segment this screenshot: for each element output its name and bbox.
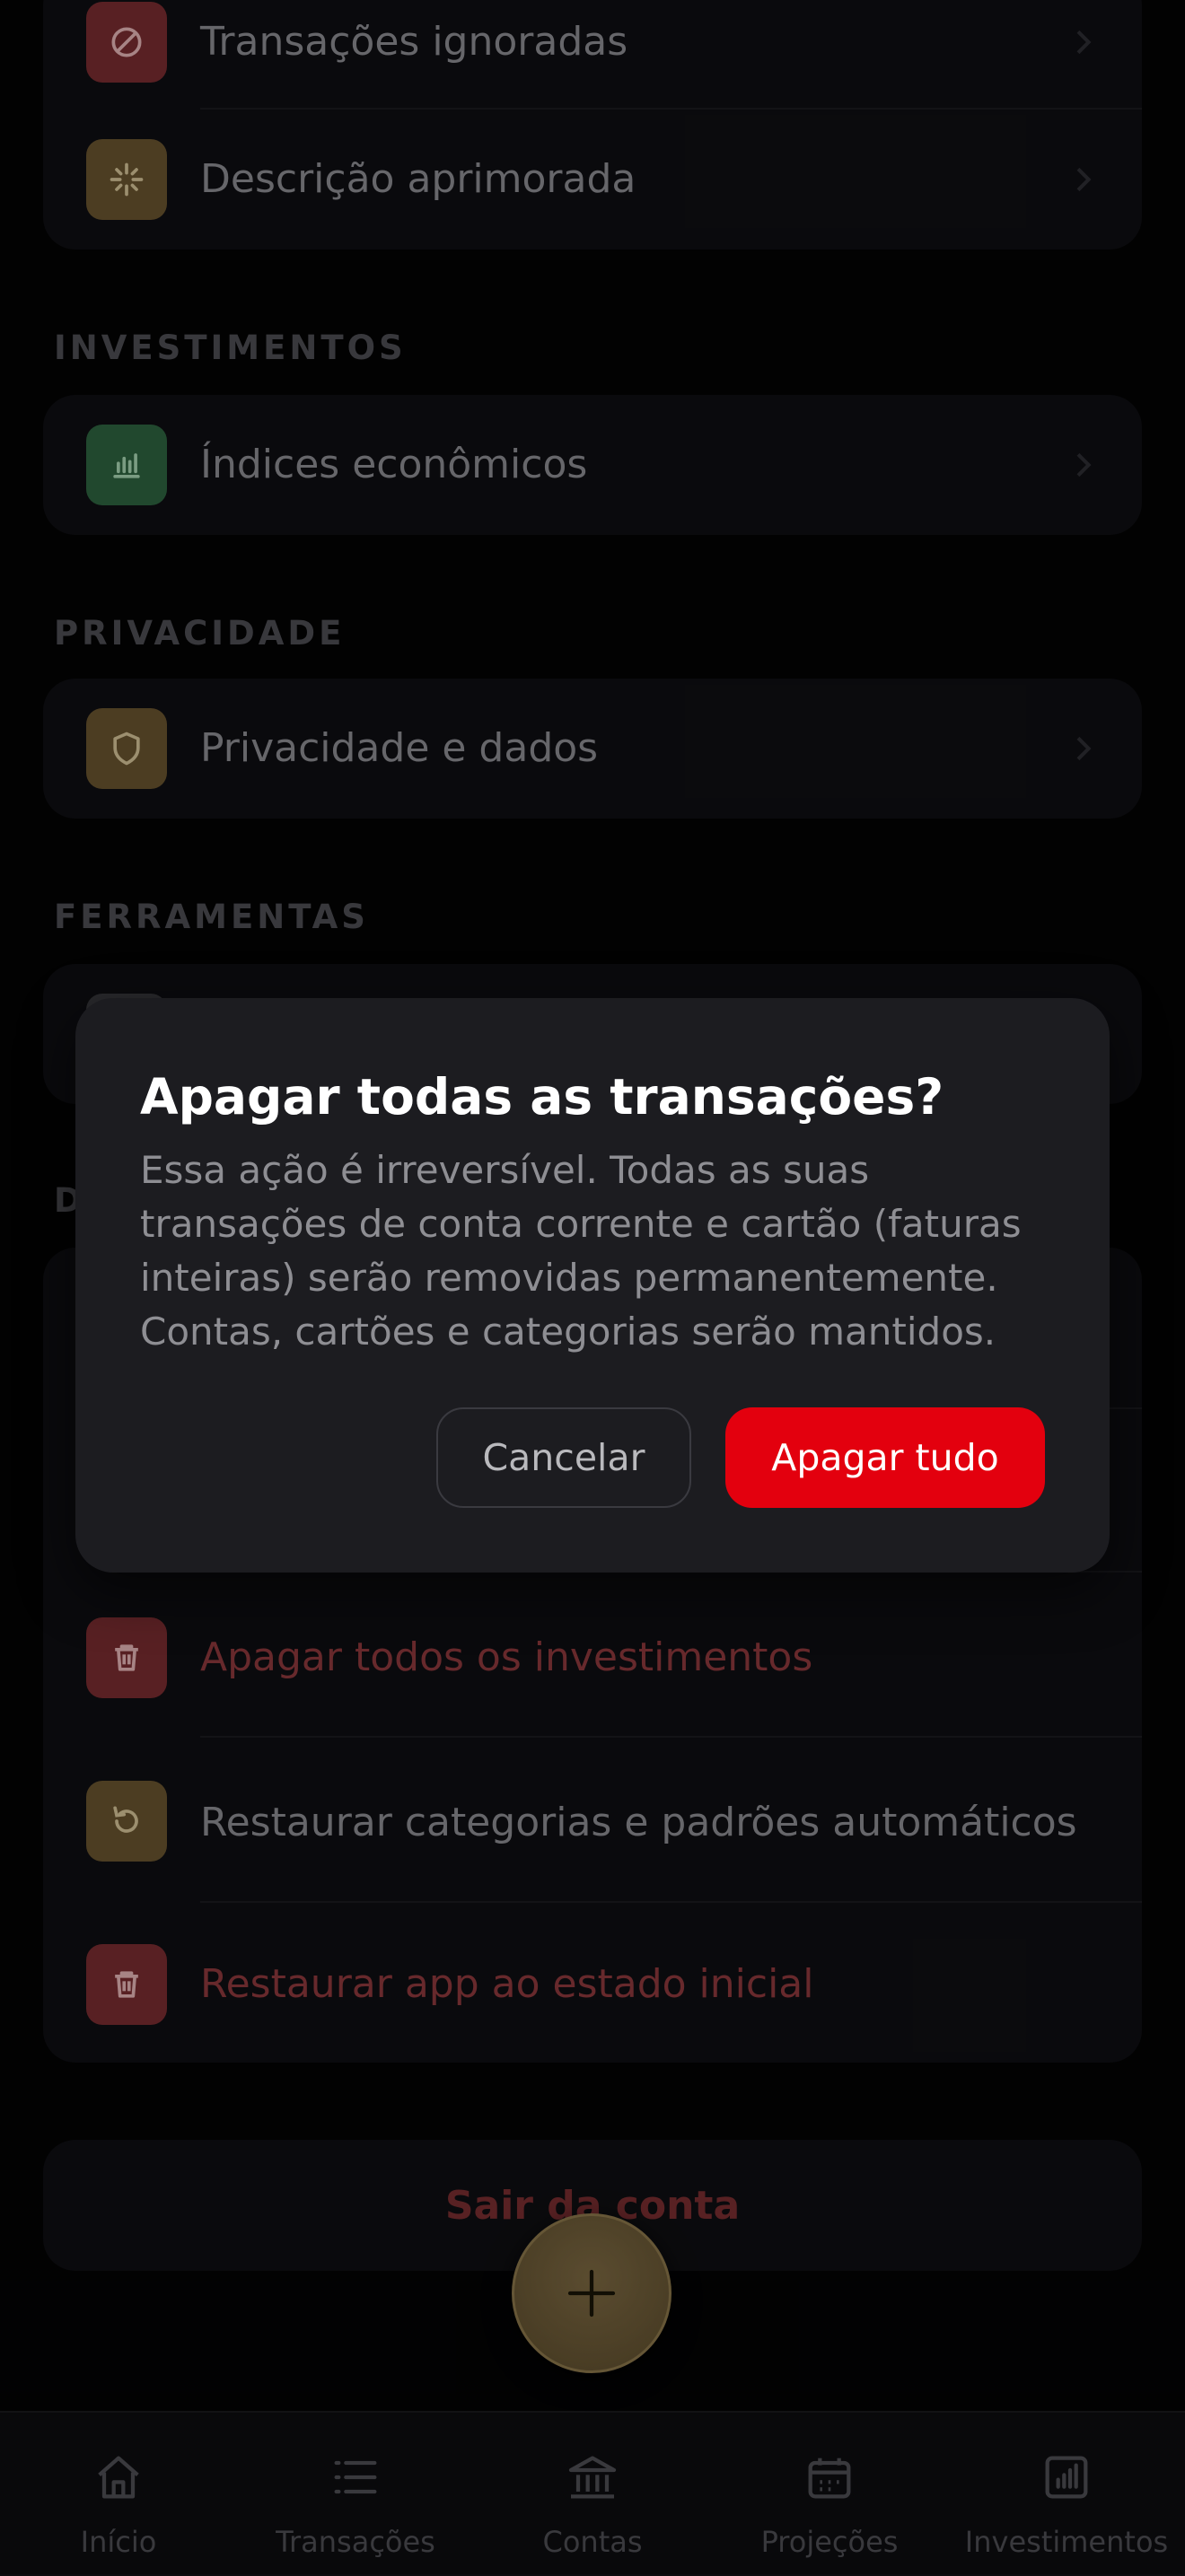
cancel-button[interactable]: Cancelar (436, 1407, 691, 1508)
delete-all-button[interactable]: Apagar tudo (725, 1407, 1045, 1508)
confirm-delete-dialog: Apagar todas as transações? Essa ação é … (75, 998, 1110, 1573)
dialog-message: Essa ação é irreversível. Todas as suas … (140, 1148, 1022, 1354)
dialog-title: Apagar todas as transações? (140, 1068, 944, 1126)
settings-screen: Transações ignoradas Descrição aprimorad… (0, 0, 1185, 2576)
